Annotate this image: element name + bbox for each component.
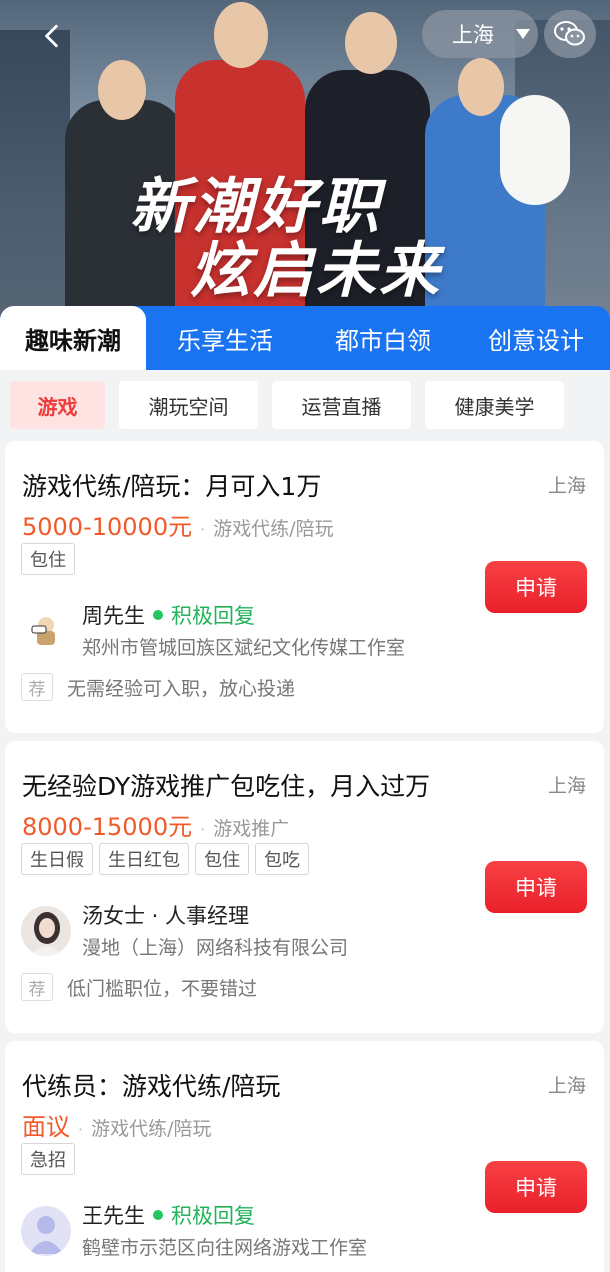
chevron-left-icon xyxy=(45,24,58,48)
company-name: 漫地（上海）网络科技有限公司 xyxy=(82,937,349,959)
subtab-ops-livestream[interactable]: 运营直播 xyxy=(272,381,411,429)
banner-head xyxy=(214,2,268,68)
recruiter-name: 周先生 xyxy=(82,604,145,628)
salary-row: 面议 · 游戏代练/陪玩 xyxy=(22,1107,212,1142)
caret-down-icon xyxy=(516,29,530,39)
online-status-dot xyxy=(153,1210,163,1220)
wechat-share-button[interactable] xyxy=(544,10,596,58)
building-decor xyxy=(0,30,70,330)
job-card[interactable]: 游戏代练/陪玩：月可入1万 上海 5000-10000元 · 游戏代练/陪玩 包… xyxy=(5,441,604,733)
benefit-tag: 急招 xyxy=(21,1143,75,1175)
recruiter-name: 王先生 xyxy=(82,1204,145,1228)
avatar xyxy=(21,906,71,956)
salary-row: 5000-10000元 · 游戏代练/陪玩 xyxy=(22,507,334,542)
back-button[interactable] xyxy=(30,14,74,58)
job-city: 上海 xyxy=(547,775,586,797)
subcategory-tabs: 游戏 潮玩空间 运营直播 健康美学 xyxy=(0,370,610,440)
default-user-avatar-icon xyxy=(29,1216,63,1254)
recommend-badge: 荐 xyxy=(21,973,53,1001)
recommend-text: 低门槛职位，不要错过 xyxy=(67,977,258,1000)
banner-head xyxy=(458,58,504,116)
job-category: 游戏代练/陪玩 xyxy=(213,518,334,540)
recruiter-info: 周先生 积极回复 xyxy=(82,600,255,630)
company-name: 郑州市管城回族区斌纪文化传媒工作室 xyxy=(82,637,406,659)
reply-status: 积极回复 xyxy=(171,604,255,628)
benefit-tags: 生日假 生日红包 包住 包吃 xyxy=(21,843,309,875)
tab-urban-white-collar[interactable]: 都市白领 xyxy=(304,306,462,370)
subtab-games[interactable]: 游戏 xyxy=(10,381,105,429)
cartoon-avatar-icon xyxy=(31,617,55,645)
job-city: 上海 xyxy=(547,475,586,497)
job-city: 上海 xyxy=(547,1075,586,1097)
city-label: 上海 xyxy=(452,23,494,47)
job-title: 无经验DY游戏推广包吃住，月入过万 xyxy=(22,772,431,801)
tab-fun-trendy[interactable]: 趣味新潮 xyxy=(0,306,146,370)
recommend-badge: 荐 xyxy=(21,673,53,701)
benefit-tag: 包住 xyxy=(195,843,249,875)
subtab-health-beauty[interactable]: 健康美学 xyxy=(425,381,564,429)
benefit-tag: 生日红包 xyxy=(99,843,189,875)
woman-avatar-icon xyxy=(21,906,71,956)
banner-title-line2: 炫启未来 xyxy=(190,236,442,306)
job-title: 代练员：游戏代练/陪玩 xyxy=(22,1072,281,1101)
recommend-text: 无需经验可入职，放心投递 xyxy=(67,677,296,700)
salary: 8000-15000元 xyxy=(22,813,193,841)
salary-row: 8000-15000元 · 游戏推广 xyxy=(22,807,289,842)
benefit-tags: 包住 xyxy=(21,543,75,575)
benefit-tags: 急招 xyxy=(21,1143,75,1175)
benefit-tag: 包吃 xyxy=(255,843,309,875)
promo-banner: 新潮好职 炫启未来 上海 xyxy=(0,0,610,330)
banner-head xyxy=(98,60,146,120)
job-category: 游戏代练/陪玩 xyxy=(91,1118,212,1140)
benefit-tag: 生日假 xyxy=(21,843,93,875)
dot-separator: · xyxy=(78,1120,84,1139)
reply-status: 积极回复 xyxy=(171,1204,255,1228)
dot-separator: · xyxy=(200,520,206,539)
banner-dog xyxy=(500,95,570,205)
tab-creative-design[interactable]: 创意设计 xyxy=(462,306,610,370)
job-card[interactable]: 无经验DY游戏推广包吃住，月入过万 上海 8000-15000元 · 游戏推广 … xyxy=(5,741,604,1033)
dot-separator: · xyxy=(200,820,206,839)
avatar xyxy=(21,1206,71,1256)
subtab-trendy-toys[interactable]: 潮玩空间 xyxy=(119,381,258,429)
salary: 面议 xyxy=(22,1113,70,1141)
category-tabs: 趣味新潮 乐享生活 都市白领 创意设计 xyxy=(0,306,610,370)
recommendation-row: 荐 低门槛职位，不要错过 xyxy=(21,973,257,1001)
avatar xyxy=(21,606,71,656)
company-name: 鹤壁市示范区向往网络游戏工作室 xyxy=(82,1237,368,1259)
job-list-page: 新潮好职 炫启未来 上海 趣味新潮 乐享生活 都市白领 创意设计 游戏 潮玩空间… xyxy=(0,0,610,1272)
online-status-dot xyxy=(153,610,163,620)
job-title: 游戏代练/陪玩：月可入1万 xyxy=(22,472,322,501)
apply-button[interactable]: 申请 xyxy=(485,561,587,613)
job-card[interactable]: 代练员：游戏代练/陪玩 上海 面议 · 游戏代练/陪玩 急招 申请 王先生 积极… xyxy=(5,1041,604,1272)
recruiter-info: 王先生 积极回复 xyxy=(82,1200,255,1230)
apply-button[interactable]: 申请 xyxy=(485,861,587,913)
recruiter-info: 汤女士 · 人事经理 xyxy=(82,900,249,930)
salary: 5000-10000元 xyxy=(22,513,193,541)
banner-head xyxy=(345,12,397,74)
city-selector[interactable]: 上海 xyxy=(422,10,538,58)
wechat-icon xyxy=(554,21,585,46)
benefit-tag: 包住 xyxy=(21,543,75,575)
job-category: 游戏推广 xyxy=(213,818,290,840)
tab-enjoy-life[interactable]: 乐享生活 xyxy=(146,306,304,370)
recruiter-name: 汤女士 · 人事经理 xyxy=(82,904,250,928)
apply-button[interactable]: 申请 xyxy=(485,1161,587,1213)
recommendation-row: 荐 无需经验可入职，放心投递 xyxy=(21,673,295,701)
